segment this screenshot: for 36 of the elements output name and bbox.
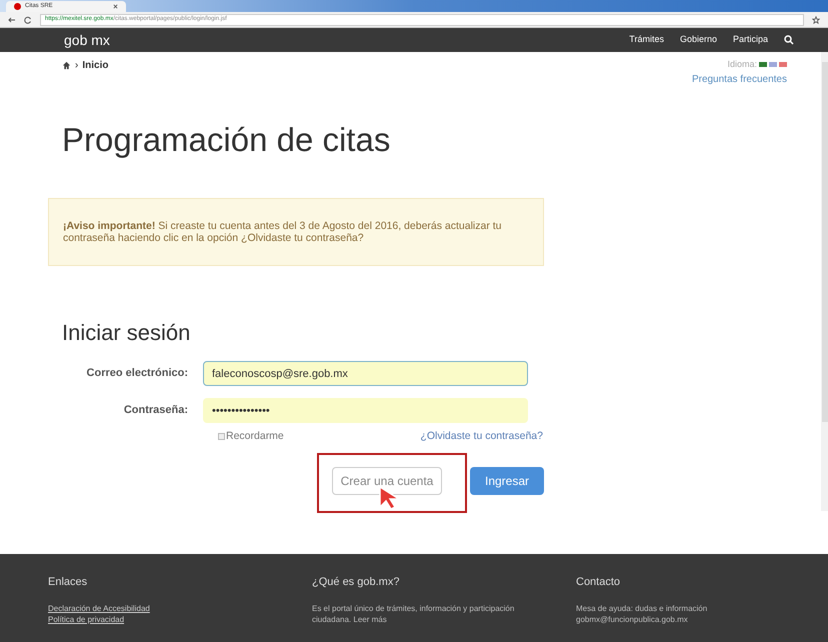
page-title: Programación de citas bbox=[62, 120, 392, 160]
back-icon[interactable] bbox=[8, 16, 16, 24]
flag-icon[interactable] bbox=[779, 62, 787, 68]
star-icon[interactable] bbox=[812, 16, 820, 24]
nav-link[interactable]: Trámites bbox=[629, 33, 664, 47]
footer-text: Es el portal único de trámites, información y participación ciudadana. Leer más bbox=[312, 602, 516, 624]
search-icon[interactable] bbox=[784, 35, 794, 45]
checkbox[interactable] bbox=[218, 433, 225, 440]
close-icon[interactable] bbox=[113, 4, 118, 9]
login-title: Iniciar sesión bbox=[62, 319, 192, 347]
scrollbar[interactable] bbox=[821, 52, 828, 511]
footer-text: gobmx@funcionpublica.gob.mx bbox=[576, 614, 689, 624]
footer-link[interactable]: Política de privacidad bbox=[48, 614, 312, 624]
forgot-password-link[interactable]: ¿Olvidaste tu contraseña? bbox=[420, 429, 543, 445]
nav-link[interactable]: Gobierno bbox=[680, 33, 717, 47]
language-label: Idioma: bbox=[727, 58, 757, 71]
nav-link[interactable]: Participa bbox=[732, 33, 768, 47]
footer-heading: ¿Qué es gob.mx? bbox=[312, 575, 400, 590]
favicon-icon bbox=[14, 3, 21, 10]
breadcrumb-item[interactable]: Inicio bbox=[82, 58, 108, 72]
home-icon[interactable] bbox=[62, 60, 71, 70]
footer-link[interactable]: Declaración de Accesibilidad bbox=[48, 602, 312, 614]
create-account-button[interactable]: Crear una cuenta bbox=[332, 466, 442, 495]
input-field[interactable]: ••••••••••••••• bbox=[203, 398, 528, 423]
logo[interactable]: gob mx bbox=[64, 30, 110, 50]
field-label: Correo electrónico: bbox=[86, 366, 189, 382]
footer-heading: Contacto bbox=[576, 575, 622, 590]
notice-text: ¡Aviso importante! Si creaste tu cuenta antes del 3 de Agosto del 2016, deberás actualizar tu contraseña haciendo clic en la opción ¿Olvidaste tu contraseña? bbox=[63, 220, 503, 244]
input-field[interactable]: faleconoscosp@sre.gob.mx bbox=[203, 361, 528, 386]
flag-icon[interactable] bbox=[759, 62, 767, 68]
remember-label[interactable]: Recordarme bbox=[226, 429, 284, 445]
footer-heading: Enlaces bbox=[48, 575, 88, 590]
reload-icon[interactable] bbox=[24, 16, 32, 24]
field-label: Contraseña: bbox=[122, 403, 189, 418]
breadcrumb-separator: › bbox=[75, 58, 78, 72]
footer-text: Mesa de ayuda: dudas e información bbox=[576, 602, 708, 614]
